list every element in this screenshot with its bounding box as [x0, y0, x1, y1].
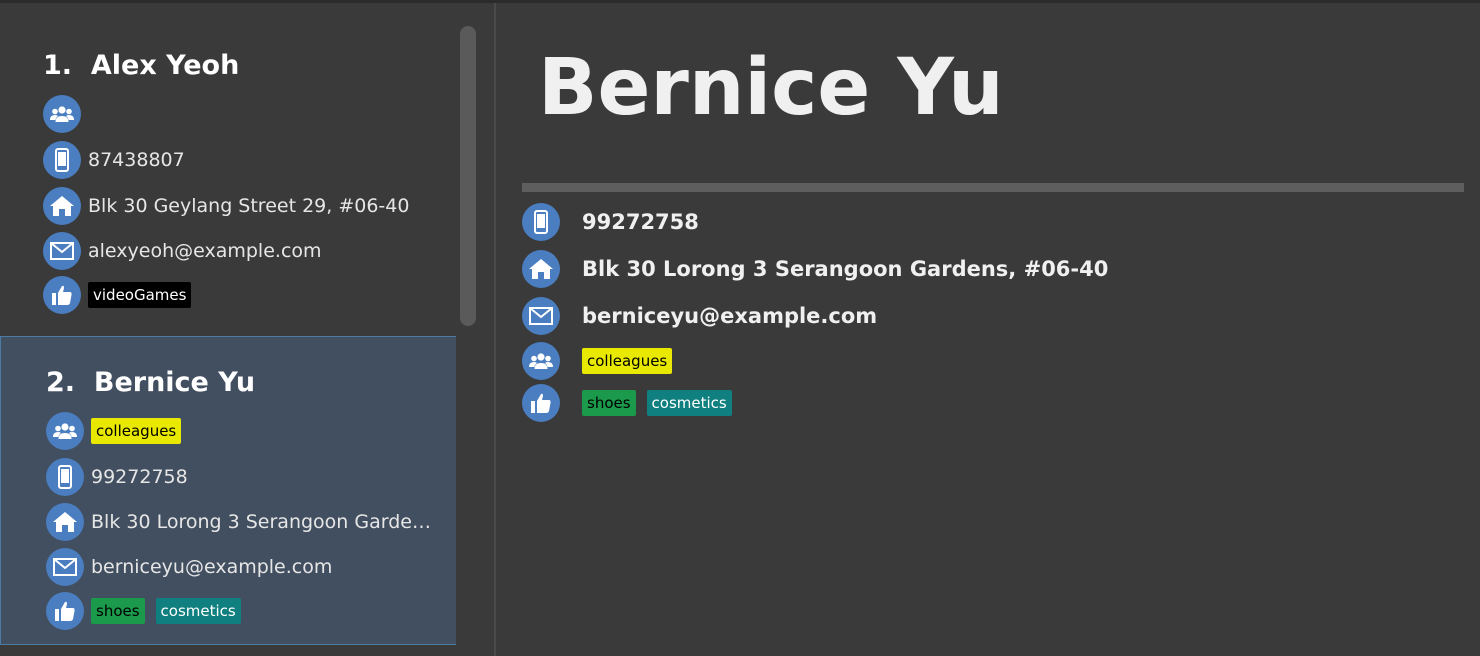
- thumbs-up-icon: [46, 592, 84, 630]
- detail-email: berniceyu@example.com: [582, 304, 878, 328]
- tag-colleagues: colleagues: [91, 418, 182, 444]
- home-icon: [46, 503, 84, 541]
- email-text: berniceyu@example.com: [91, 556, 333, 578]
- group-row: [43, 95, 81, 133]
- email-icon: [43, 232, 81, 270]
- phone-icon: [46, 458, 84, 496]
- detail-interest-tags: shoes cosmetics: [582, 390, 732, 416]
- address-row: Blk 30 Geylang Street 29, #06-40: [43, 187, 409, 225]
- interest-tags: shoes cosmetics: [91, 598, 241, 624]
- email-row: alexyeoh@example.com: [43, 232, 322, 270]
- person-name: Alex Yeoh: [90, 50, 240, 81]
- detail-name: Bernice Yu: [538, 43, 1004, 133]
- address-row: Blk 30 Lorong 3 Serangoon Gardens, #...: [46, 503, 437, 541]
- phone-text: 87438807: [88, 149, 185, 171]
- tag-shoes: shoes: [91, 598, 145, 624]
- group-row: colleagues: [46, 412, 182, 450]
- group-tags: colleagues: [91, 418, 182, 444]
- interest-row: videoGames: [43, 276, 192, 314]
- tag-cosmetics: cosmetics: [646, 390, 732, 416]
- thumbs-up-icon: [43, 276, 81, 314]
- person-detail-panel: Bernice Yu 99272758 Blk 30 Lorong 3 Sera…: [496, 3, 1480, 656]
- phone-text: 99272758: [91, 466, 188, 488]
- person-index: 1.: [43, 50, 73, 81]
- tag-videogames: videoGames: [88, 282, 192, 308]
- address-text: Blk 30 Geylang Street 29, #06-40: [88, 195, 410, 217]
- detail-phone-row: 99272758: [522, 203, 699, 241]
- person-name: Bernice Yu: [93, 367, 256, 398]
- person-card-selected[interactable]: 2. Bernice Yu colleagues 99272758 Blk 30…: [0, 336, 456, 645]
- phone-icon: [43, 141, 81, 179]
- group-icon: [43, 95, 81, 133]
- detail-interest-row: shoes cosmetics: [522, 384, 732, 422]
- address-text: Blk 30 Lorong 3 Serangoon Gardens, #...: [91, 511, 437, 533]
- detail-email-row: berniceyu@example.com: [522, 297, 877, 335]
- detail-phone: 99272758: [582, 210, 699, 234]
- list-scrollbar-thumb[interactable]: [460, 26, 476, 326]
- person-list-panel: 1. Alex Yeoh 87438807 Blk 30 Geylang Str…: [0, 3, 494, 656]
- detail-address: Blk 30 Lorong 3 Serangoon Gardens, #06-4…: [582, 257, 1109, 281]
- email-icon: [522, 297, 560, 335]
- detail-separator: [522, 183, 1464, 192]
- home-icon: [43, 187, 81, 225]
- interest-tags: videoGames: [88, 282, 192, 308]
- tag-shoes: shoes: [582, 390, 636, 416]
- phone-row: 87438807: [43, 141, 185, 179]
- person-card[interactable]: 1. Alex Yeoh 87438807 Blk 30 Geylang Str…: [0, 20, 456, 336]
- phone-row: 99272758: [46, 458, 188, 496]
- thumbs-up-icon: [522, 384, 560, 422]
- phone-icon: [522, 203, 560, 241]
- email-text: alexyeoh@example.com: [88, 240, 322, 262]
- tag-colleagues: colleagues: [582, 348, 673, 374]
- group-icon: [46, 412, 84, 450]
- email-row: berniceyu@example.com: [46, 548, 332, 586]
- detail-group-tags: colleagues: [582, 348, 673, 374]
- email-icon: [46, 548, 84, 586]
- person-card-title: 2. Bernice Yu: [46, 367, 255, 398]
- person-card-title: 1. Alex Yeoh: [43, 50, 239, 81]
- group-icon: [522, 342, 560, 380]
- tag-cosmetics: cosmetics: [155, 598, 241, 624]
- detail-address-row: Blk 30 Lorong 3 Serangoon Gardens, #06-4…: [522, 250, 1108, 288]
- person-index: 2.: [46, 367, 76, 398]
- interest-row: shoes cosmetics: [46, 592, 241, 630]
- detail-group-row: colleagues: [522, 342, 673, 380]
- person-list[interactable]: 1. Alex Yeoh 87438807 Blk 30 Geylang Str…: [0, 20, 456, 645]
- home-icon: [522, 250, 560, 288]
